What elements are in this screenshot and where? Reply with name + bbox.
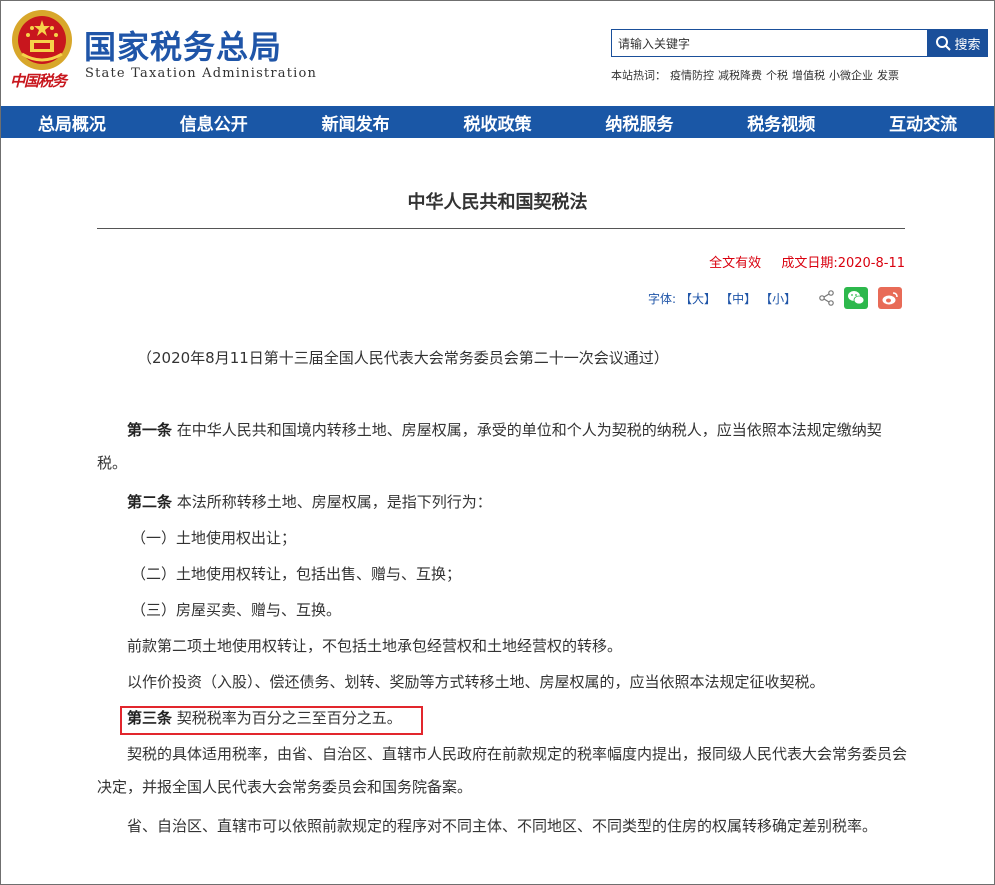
nav-item-news[interactable]: 新闻发布 xyxy=(285,106,427,138)
intro-text: （2020年8月11日第十三届全国人民代表大会常务委员会第二十一次会议通过） xyxy=(137,349,669,367)
font-size-medium[interactable]: 【中】 xyxy=(720,290,756,307)
article-2: 第二条 本法所称转移土地、房屋权属，是指下列行为： xyxy=(97,486,907,519)
article-date: 成文日期:2020-8-11 xyxy=(781,256,905,271)
wechat-glyph-icon xyxy=(848,291,865,305)
hotword-link[interactable]: 个税 xyxy=(766,69,788,82)
search-icon xyxy=(936,36,952,51)
nav-item-tax-video[interactable]: 税务视频 xyxy=(710,106,852,138)
hotword-link[interactable]: 疫情防控 xyxy=(670,69,714,82)
search-button[interactable]: 搜索 xyxy=(928,29,988,57)
article-2-item-2: （二）土地使用权转让，包括出售、赠与、互换； xyxy=(131,565,462,583)
emblem-icon[interactable] xyxy=(10,8,74,72)
article-meta: 全文有效 成文日期:2020-8-11 xyxy=(709,252,905,271)
article-2-paragraph-2: 前款第二项土地使用权转让，不包括土地承包经营权和土地经营权的转移。 xyxy=(127,637,623,655)
font-size-small[interactable]: 【小】 xyxy=(760,290,796,307)
site-title[interactable]: 国家税务总局 xyxy=(84,22,282,68)
article-intro: （2020年8月11日第十三届全国人民代表大会常务委员会第二十一次会议通过） xyxy=(97,342,907,375)
nav-item-taxpayer-service[interactable]: 纳税服务 xyxy=(568,106,710,138)
nav-item-overview[interactable]: 总局概况 xyxy=(1,106,143,138)
main-nav: 总局概况 信息公开 新闻发布 税收政策 纳税服务 税务视频 互动交流 xyxy=(1,106,994,138)
article-title: 中华人民共和国契税法 xyxy=(407,192,588,213)
weibo-icon[interactable] xyxy=(878,287,903,309)
hotword-link[interactable]: 发票 xyxy=(877,69,899,82)
brand-script-logo: 中国税务 xyxy=(10,72,67,90)
hotwords-label: 本站热词： xyxy=(611,69,666,82)
article-1-text: 在中华人民共和国境内转移土地、房屋权属，承受的单位和个人为契税的纳税人，应当依照… xyxy=(97,421,882,472)
hotword-link[interactable]: 小微企业 xyxy=(829,69,873,82)
article-1-heading: 第一条 xyxy=(127,421,173,439)
article-3-paragraph-3: 省、自治区、直辖市可以依照前款规定的程序对不同主体、不同地区、不同类型的住房的权… xyxy=(127,817,878,835)
nav-item-tax-policy[interactable]: 税收政策 xyxy=(427,106,569,138)
font-size-large[interactable]: 【大】 xyxy=(680,290,716,307)
article-2-text: 本法所称转移土地、房屋权属，是指下列行为： xyxy=(172,493,492,511)
search-input[interactable]: 请输入关键字 xyxy=(611,29,928,57)
weibo-glyph-icon xyxy=(882,292,898,305)
wechat-icon[interactable] xyxy=(844,287,869,309)
search-input-value: 请输入关键字 xyxy=(618,36,691,51)
hotword-link[interactable]: 增值税 xyxy=(792,69,825,82)
nav-item-info-disclosure[interactable]: 信息公开 xyxy=(143,106,285,138)
article-1: 第一条 在中华人民共和国境内转移土地、房屋权属，承受的单位和个人为契税的纳税人，… xyxy=(97,414,907,480)
search-button-label: 搜索 xyxy=(954,37,981,53)
status-badge: 全文有效 xyxy=(709,256,762,271)
article-3-highlight-box xyxy=(120,706,423,735)
article-2-paragraph-3: 以作价投资（入股）、偿还债务、划转、奖励等方式转移土地、房屋权属的，应当依照本法… xyxy=(127,673,825,691)
article-2-item-1: （一）土地使用权出让； xyxy=(131,529,297,547)
title-divider xyxy=(97,228,905,229)
site-header: 中国税务 国家税务总局 State Taxation Administratio… xyxy=(0,0,995,100)
article-2-item-3: （三）房屋买卖、赠与、互换。 xyxy=(131,601,342,619)
site-subtitle: State Taxation Administration xyxy=(85,66,318,81)
article-2-heading: 第二条 xyxy=(127,493,173,511)
share-icon[interactable] xyxy=(818,289,836,307)
article-tools: 字体: 【大】 【中】 【小】 xyxy=(648,286,903,310)
nav-item-interaction[interactable]: 互动交流 xyxy=(852,106,994,138)
hotwords-bar: 本站热词： 疫情防控 减税降费 个税 增值税 小微企业 发票 xyxy=(611,67,903,83)
article-3-paragraph-2: 契税的具体适用税率，由省、自治区、直辖市人民政府在前款规定的税率幅度内提出，报同… xyxy=(97,745,908,796)
hotword-link[interactable]: 减税降费 xyxy=(718,69,762,82)
font-size-label: 字体: xyxy=(648,291,677,306)
